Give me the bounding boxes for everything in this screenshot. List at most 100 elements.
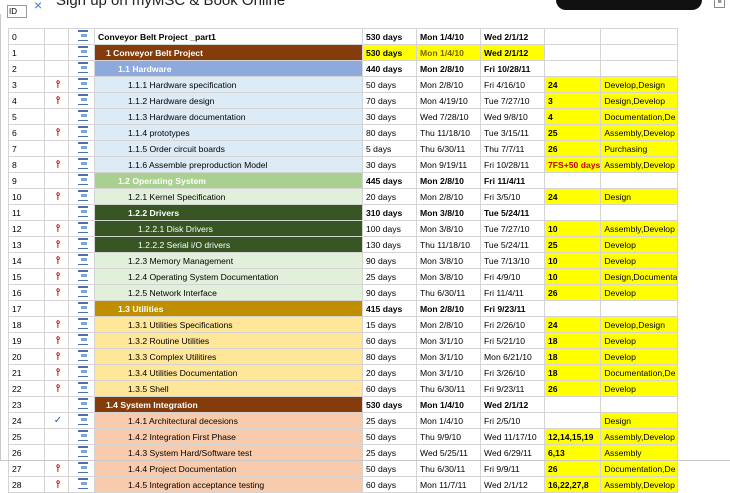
table-row[interactable]: 21 ⫯ 1.3.4 Utilities Documentation 20 days M… (8, 364, 679, 381)
task-mode-cell[interactable] (68, 380, 95, 397)
table-row[interactable]: 1 1 Conveyor Belt Project 530 days Mon 1/4/… (8, 44, 679, 61)
indicator-cell[interactable]: ⫯ (44, 252, 69, 269)
task-name[interactable]: 1.4 System Integration (94, 396, 363, 413)
resource-names[interactable] (600, 44, 679, 61)
start-date[interactable]: Mon 3/8/10 (416, 220, 481, 237)
start-date[interactable]: Thu 6/30/11 (416, 140, 481, 157)
finish-date[interactable]: Thu 7/7/11 (480, 140, 545, 157)
duration[interactable]: 310 days (362, 204, 417, 221)
table-row[interactable]: 6 ⫯ 1.1.4 prototypes 80 days Thu 11/18/10 Tue… (8, 124, 679, 141)
task-name[interactable]: 1.4.5 Integration acceptance testing (94, 476, 363, 493)
duration[interactable]: 130 days (362, 236, 417, 253)
id-column-header[interactable]: ID (7, 5, 27, 18)
duration[interactable]: 30 days (362, 156, 417, 173)
row-id[interactable]: 26 (8, 444, 45, 461)
task-name[interactable]: Conveyor Belt Project _part1 (94, 28, 363, 45)
indicator-cell[interactable] (44, 172, 69, 189)
indicator-cell[interactable]: ⫯ (44, 156, 69, 173)
task-mode-cell[interactable] (68, 204, 95, 221)
start-date[interactable]: Mon 3/8/10 (416, 204, 481, 221)
duration[interactable]: 30 days (362, 108, 417, 125)
indicator-cell[interactable] (44, 108, 69, 125)
task-name[interactable]: 1.3.3 Complex Utilitires (94, 348, 363, 365)
finish-date[interactable]: Wed 6/29/11 (480, 444, 545, 461)
task-name[interactable]: 1.1.6 Assemble preproduction Model (94, 156, 363, 173)
task-name[interactable]: 1.3.1 Utilities Specifications (94, 316, 363, 333)
task-mode-cell[interactable] (68, 460, 95, 477)
table-row[interactable]: 24 ✓ 1.4.1 Architectural decesions 25 days M… (8, 412, 679, 429)
start-date[interactable]: Mon 2/8/10 (416, 60, 481, 77)
task-name[interactable]: 1.1.1 Hardware specification (94, 76, 363, 93)
resource-names[interactable]: Assembly,Develop (600, 156, 679, 173)
start-date[interactable]: Mon 2/8/10 (416, 172, 481, 189)
table-row[interactable]: 15 ⫯ 1.2.4 Operating System Documentation 2… (8, 268, 679, 285)
task-name[interactable]: 1.1.5 Order circuit boards (94, 140, 363, 157)
duration[interactable]: 445 days (362, 172, 417, 189)
task-mode-cell[interactable] (68, 444, 95, 461)
resource-names[interactable]: Design (600, 188, 679, 205)
resource-names[interactable]: Documentation,De (600, 364, 679, 381)
duration[interactable]: 70 days (362, 92, 417, 109)
duration[interactable]: 530 days (362, 44, 417, 61)
task-mode-cell[interactable] (68, 348, 95, 365)
predecessors[interactable] (543, 396, 602, 413)
resource-names[interactable]: Assembly (600, 444, 679, 461)
predecessors[interactable] (543, 172, 602, 189)
predecessors[interactable]: 3 (543, 92, 602, 109)
finish-date[interactable]: Fri 4/9/10 (480, 268, 545, 285)
indicator-cell[interactable] (44, 44, 69, 61)
task-name[interactable]: 1.2.3 Memory Management (94, 252, 363, 269)
task-mode-cell[interactable] (68, 476, 95, 493)
start-date[interactable]: Mon 1/4/10 (416, 396, 481, 413)
resource-names[interactable]: Develop (600, 236, 679, 253)
row-id[interactable]: 21 (8, 364, 45, 381)
start-date[interactable]: Mon 3/8/10 (416, 252, 481, 269)
task-mode-cell[interactable] (68, 252, 95, 269)
start-date[interactable]: Mon 1/4/10 (416, 44, 481, 61)
resource-names[interactable]: Develop (600, 332, 679, 349)
start-date[interactable]: Thu 11/18/10 (416, 124, 481, 141)
table-row[interactable]: 19 ⫯ 1.3.2 Routine Utilities 60 days Mon 3/1… (8, 332, 679, 349)
finish-date[interactable]: Tue 7/27/10 (480, 92, 545, 109)
row-id[interactable]: 22 (8, 380, 45, 397)
indicator-cell[interactable] (44, 28, 69, 45)
duration[interactable]: 60 days (362, 476, 417, 493)
finish-date[interactable]: Fri 10/28/11 (480, 156, 545, 173)
duration[interactable]: 50 days (362, 428, 417, 445)
row-id[interactable]: 28 (8, 476, 45, 493)
task-mode-cell[interactable] (68, 28, 95, 45)
task-name[interactable]: 1.3.4 Utilities Documentation (94, 364, 363, 381)
task-name[interactable]: 1.2.1 Kernel Specification (94, 188, 363, 205)
row-id[interactable]: 18 (8, 316, 45, 333)
finish-date[interactable]: Wed 2/1/12 (480, 44, 545, 61)
task-name[interactable]: 1.3.5 Shell (94, 380, 363, 397)
predecessors[interactable]: 4 (543, 108, 602, 125)
task-name[interactable]: 1.4.4 Project Documentation (94, 460, 363, 477)
start-date[interactable]: Mon 3/8/10 (416, 268, 481, 285)
table-row[interactable]: 25 1.4.2 Integration First Phase 50 days Th… (8, 428, 679, 445)
indicator-cell[interactable] (44, 300, 69, 317)
table-row[interactable]: 10 ⫯ 1.2.1 Kernel Specification 20 days Mon … (8, 188, 679, 205)
finish-date[interactable]: Fri 2/5/10 (480, 412, 545, 429)
duration[interactable]: 80 days (362, 124, 417, 141)
predecessors[interactable]: 26 (543, 140, 602, 157)
duration[interactable]: 15 days (362, 316, 417, 333)
finish-date[interactable]: Fri 4/16/10 (480, 76, 545, 93)
predecessors[interactable]: 12,14,15,19 (543, 428, 602, 445)
task-mode-cell[interactable] (68, 188, 95, 205)
start-date[interactable]: Thu 6/30/11 (416, 460, 481, 477)
finish-date[interactable]: Fri 2/26/10 (480, 316, 545, 333)
task-mode-cell[interactable] (68, 220, 95, 237)
task-mode-cell[interactable] (68, 172, 95, 189)
row-id[interactable]: 19 (8, 332, 45, 349)
row-id[interactable]: 9 (8, 172, 45, 189)
table-row[interactable]: 23 1.4 System Integration 530 days Mon 1/4/… (8, 396, 679, 413)
indicator-cell[interactable] (44, 428, 69, 445)
predecessors[interactable]: 24 (543, 188, 602, 205)
table-row[interactable]: 17 1.3 Utilities 415 days Mon 2/8/10 Fri 9/2… (8, 300, 679, 317)
row-id[interactable]: 3 (8, 76, 45, 93)
indicator-cell[interactable]: ⫯ (44, 348, 69, 365)
indicator-cell[interactable]: ⫯ (44, 220, 69, 237)
table-row[interactable]: 11 1.2.2 Drivers 310 days Mon 3/8/10 Tue 5/2… (8, 204, 679, 221)
duration[interactable]: 25 days (362, 268, 417, 285)
